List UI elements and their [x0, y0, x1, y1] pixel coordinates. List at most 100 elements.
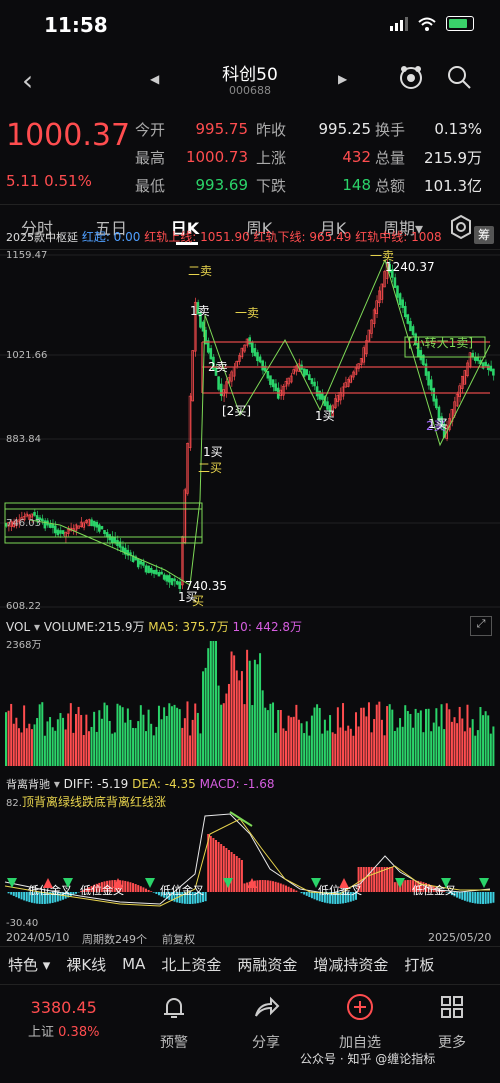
search-icon[interactable]	[446, 64, 472, 90]
macd-bar	[487, 892, 489, 904]
macd-bar	[220, 844, 222, 892]
index-ticker[interactable]: 3380.45 上证 0.38%	[28, 998, 99, 1040]
volume-bar	[88, 731, 90, 766]
quote-value: 148	[291, 176, 371, 194]
macd-bar	[485, 892, 487, 904]
quote-value: 1000.73	[170, 148, 248, 166]
volume-bar	[150, 724, 152, 766]
more-button[interactable]: 更多	[412, 992, 492, 1052]
volume-bar	[443, 729, 445, 766]
volume-bar	[111, 734, 113, 766]
volume-bar	[314, 708, 316, 766]
volume-bar	[31, 729, 33, 766]
volume-chart[interactable]: 2368万	[0, 636, 500, 772]
battery-icon	[446, 16, 474, 31]
candle-body	[174, 579, 176, 581]
macd-bar	[290, 888, 292, 892]
volume-bar	[153, 735, 155, 766]
macd-bar	[368, 867, 370, 892]
kline-chart[interactable]: 二卖 1卖 一卖 2卖 [2买] 1买 二买 1买 一卖 1240.37 [小转…	[0, 245, 500, 615]
alert-button[interactable]: 预警	[134, 992, 214, 1052]
add-icon	[345, 992, 375, 1022]
quote-label: 总额	[375, 175, 410, 196]
candle-body	[220, 384, 222, 396]
caret-down-icon[interactable]: ▾	[34, 620, 44, 634]
tool-margin[interactable]: 两融资金	[229, 954, 305, 975]
volume-bar	[186, 701, 188, 766]
macd-bar	[477, 892, 479, 904]
volume-bar	[176, 708, 178, 766]
tool-holding-change[interactable]: 增减持资金	[305, 954, 396, 975]
add-watchlist-button[interactable]: 加自选	[320, 992, 400, 1052]
share-button[interactable]: 分享	[226, 992, 306, 1052]
price-axis-label: 1159.47	[6, 250, 47, 261]
volume-bar	[44, 736, 46, 766]
candle-body	[179, 582, 181, 589]
volume-bar	[399, 718, 401, 766]
tool-limit-up[interactable]: 打板	[396, 954, 442, 975]
volume-bar	[288, 716, 290, 766]
volume-bar	[438, 726, 440, 766]
date-start: 2024/05/10	[6, 931, 69, 944]
macd-bar	[391, 867, 393, 892]
caret-down-icon[interactable]: ▾	[54, 777, 64, 791]
share-label: 分享	[226, 1032, 306, 1052]
candle-body	[306, 370, 308, 376]
macd-bar	[407, 880, 409, 892]
chips-button[interactable]: 筹	[474, 226, 494, 244]
macd-bar	[155, 892, 157, 894]
macd-bar	[376, 867, 378, 892]
tool-naked-k[interactable]: 裸K线	[58, 954, 114, 975]
candle-body	[314, 382, 316, 386]
volume-bar	[179, 709, 181, 766]
next-stock-button[interactable]: ▶	[338, 72, 347, 86]
volume-bar	[197, 713, 199, 766]
volume-bar	[251, 705, 253, 766]
volume-bar	[132, 728, 134, 766]
macd-bar	[288, 887, 290, 892]
macd-chart[interactable]: 82. 顶背离绿线跌底背离红线涨 -30.40 低位金叉 低位金叉 低位金叉 低…	[0, 794, 500, 932]
volume-bar	[290, 717, 292, 766]
volume-bar	[345, 731, 347, 766]
volume-bar	[18, 728, 20, 766]
volume-bar	[360, 708, 362, 766]
volume-bar	[264, 708, 266, 766]
tool-feature[interactable]: 特色 ▾	[0, 954, 58, 975]
volume-bar	[267, 710, 269, 766]
volume-bar	[420, 710, 422, 766]
expand-icon[interactable]: ⤢	[470, 616, 492, 636]
volume-bar	[272, 702, 274, 766]
volume-bar	[280, 710, 282, 766]
stock-code: 000688	[0, 84, 500, 97]
settings-icon[interactable]	[448, 214, 474, 240]
grid-icon	[437, 992, 467, 1022]
volume-bar	[254, 660, 256, 766]
macd-name[interactable]: 背离背驰	[6, 778, 50, 791]
candle-body	[321, 393, 323, 400]
adjust-mode[interactable]: 前复权	[162, 931, 195, 947]
volume-bar	[39, 704, 41, 766]
volume-ma5: MA5: 375.7万	[148, 620, 228, 634]
volume-bar	[482, 715, 484, 766]
volume-bar	[402, 727, 404, 766]
macd-bar	[267, 880, 269, 892]
caret-down-icon: ▾	[38, 956, 50, 974]
indicator-start: 红起: 0.00	[82, 230, 141, 244]
tool-northbound[interactable]: 北上资金	[153, 954, 229, 975]
quote-row: 最低 993.69 下跌 148 总额 101.3亿	[135, 171, 495, 199]
volume-bar	[319, 708, 321, 766]
macd-bar	[23, 892, 25, 900]
volume-bar	[301, 723, 303, 766]
index-name: 上证	[28, 1025, 54, 1040]
mascot-icon[interactable]	[398, 64, 424, 90]
candle-body	[404, 306, 406, 316]
volume-label[interactable]: VOL	[6, 620, 30, 634]
volume-bar	[114, 732, 116, 766]
candle-body	[269, 376, 271, 385]
volume-bar	[415, 709, 417, 766]
price-axis: 1159.47 1021.66 883.84 746.03 608.22	[6, 250, 47, 612]
anno-buy2: 二买	[198, 461, 222, 475]
tool-ma[interactable]: MA	[114, 955, 153, 973]
volume-bar	[59, 713, 61, 766]
macd-bar	[153, 892, 155, 893]
